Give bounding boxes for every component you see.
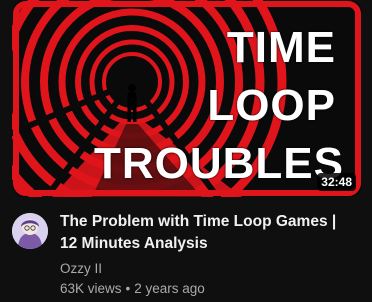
channel-avatar[interactable] (12, 213, 48, 249)
video-title[interactable]: The Problem with Time Loop Games | 12 Mi… (60, 211, 362, 255)
thumbnail-title-line-3: TROUBLES (94, 139, 344, 188)
video-stats: 63K views • 2 years ago (60, 279, 362, 299)
video-title-line-2: 12 Minutes Analysis (60, 235, 208, 252)
separator-dot: • (125, 281, 131, 296)
upload-age: 2 years ago (134, 281, 205, 296)
video-meta: The Problem with Time Loop Games | 12 Mi… (12, 211, 362, 299)
video-thumbnail[interactable]: TIME LOOP TROUBLES 32:48 (12, 0, 362, 197)
thumbnail-title-line-1: TIME (226, 23, 336, 72)
video-details: The Problem with Time Loop Games | 12 Mi… (60, 211, 362, 299)
view-count: 63K views (60, 281, 122, 296)
video-card[interactable]: TIME LOOP TROUBLES 32:48 The Problem wit… (0, 0, 372, 302)
duration-badge: 32:48 (317, 173, 356, 191)
thumbnail-title-line-2: LOOP (207, 81, 336, 130)
channel-name[interactable]: Ozzy II (60, 259, 362, 279)
channel-avatar-icon (12, 213, 48, 249)
video-title-line-1: The Problem with Time Loop Games | (60, 213, 337, 230)
